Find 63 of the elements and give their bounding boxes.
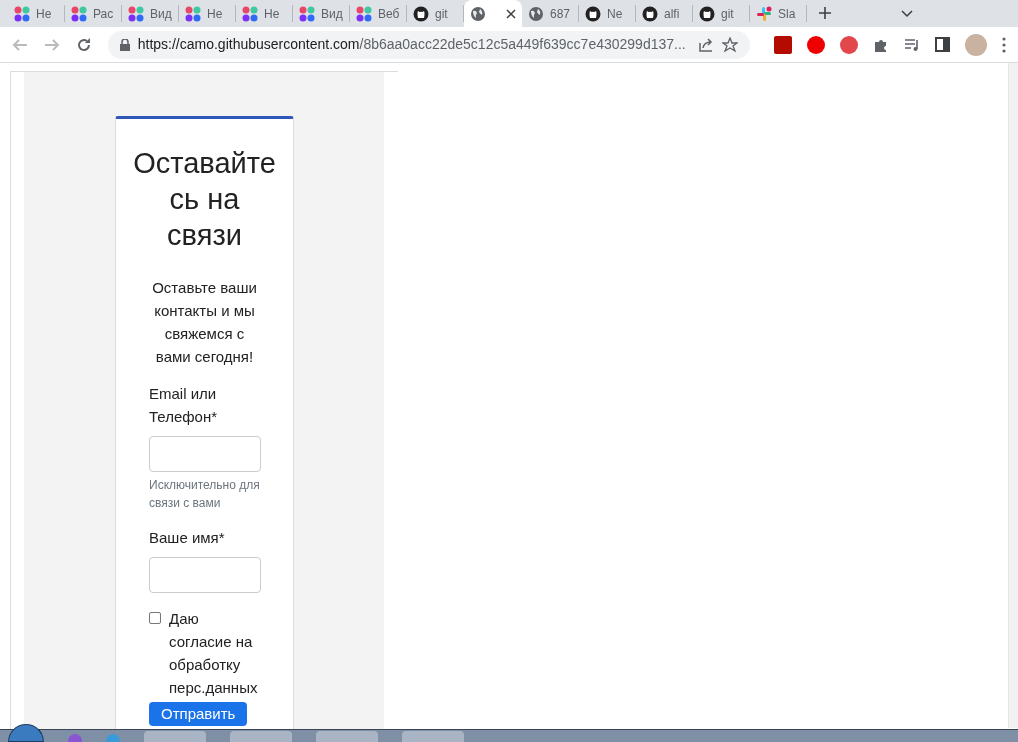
tab-title: Вид [150, 5, 172, 23]
colorful-dots-icon [71, 5, 87, 22]
browser-tab[interactable] [464, 0, 522, 27]
tab-title: Рас [93, 5, 114, 23]
colorful-dots-icon [128, 5, 144, 22]
field-label: Email или Телефон* [149, 384, 219, 427]
consent-label: Даю согласие на обработку перс.данных [169, 609, 259, 698]
tab-title: Вид [321, 5, 343, 23]
globe-icon [528, 5, 544, 22]
browser-tab[interactable]: Не [8, 5, 65, 22]
browser-tab[interactable]: Sla [750, 5, 807, 22]
tab-title: 687 [550, 5, 571, 23]
help-text: Исключительно для связи с вами [149, 477, 261, 512]
tab-title: Sla [778, 5, 796, 23]
form-subtitle: Оставьте ваши контакты и мы свяжемся с вами сегодня! [151, 278, 258, 367]
pdf-extension-icon[interactable] [774, 35, 792, 54]
close-tab-icon[interactable] [506, 8, 516, 19]
browser-tab[interactable]: alfi [636, 5, 693, 22]
text-input[interactable] [149, 436, 261, 472]
side-panel-icon[interactable] [935, 37, 950, 52]
tab-title: Не [207, 5, 223, 23]
lock-icon [119, 38, 130, 51]
tab-title: git [721, 5, 734, 23]
url-text: https://camo.githubusercontent.com/8b6aa0acc22de5c12c5a449f639cc7e430299d137... [137, 35, 686, 54]
browser-tab[interactable]: Вид [122, 5, 179, 22]
chevron-down-icon[interactable] [901, 10, 913, 18]
colorful-dots-icon [299, 5, 315, 22]
browser-tab[interactable]: Не [236, 5, 293, 22]
field-label: Ваше имя* [149, 528, 226, 548]
media-list-icon[interactable] [904, 37, 920, 52]
browser-tab[interactable]: Рас [65, 5, 122, 22]
consent-checkbox[interactable] [149, 612, 161, 624]
tab-title: alfi [664, 5, 680, 23]
extension-badge-icon[interactable] [840, 35, 858, 54]
browser-tab[interactable]: Не [179, 5, 236, 22]
tab-title: git [435, 5, 448, 23]
tab-title: Веб [378, 5, 400, 23]
new-tab-icon[interactable] [819, 7, 831, 19]
hand-stop-icon[interactable] [807, 35, 825, 54]
address-field[interactable]: https://camo.githubusercontent.com/8b6aa0acc22de5c12c5a449f639cc7e430299d137... [107, 30, 750, 59]
colorful-dots-icon [356, 5, 372, 22]
start-orb-icon[interactable] [8, 724, 44, 742]
text-input[interactable] [149, 557, 261, 593]
tab-title: Не [36, 5, 52, 23]
browser-tab[interactable]: git [407, 5, 464, 22]
tab-title: Не [264, 5, 280, 23]
star-icon[interactable] [722, 36, 738, 53]
form-title: Оставайтесь на связи [132, 146, 277, 253]
browser-tab[interactable]: Ne [579, 5, 636, 22]
browser-tab[interactable]: git [693, 5, 750, 22]
browser-tab[interactable]: Вид [293, 5, 350, 22]
globe-icon [470, 5, 486, 22]
reload-icon[interactable] [75, 36, 92, 53]
colorful-dots-icon [185, 5, 201, 22]
share-icon[interactable] [698, 36, 714, 53]
colorful-dots-icon [14, 5, 30, 22]
submit-button[interactable]: Отправить [149, 702, 248, 726]
browser-tab[interactable]: 687 [522, 5, 579, 22]
tab-title: Ne [607, 5, 623, 23]
slack-icon [756, 5, 772, 22]
colorful-dots-icon [242, 5, 258, 22]
browser-tab[interactable]: Веб [350, 5, 407, 22]
more-menu-icon[interactable] [1002, 36, 1006, 53]
